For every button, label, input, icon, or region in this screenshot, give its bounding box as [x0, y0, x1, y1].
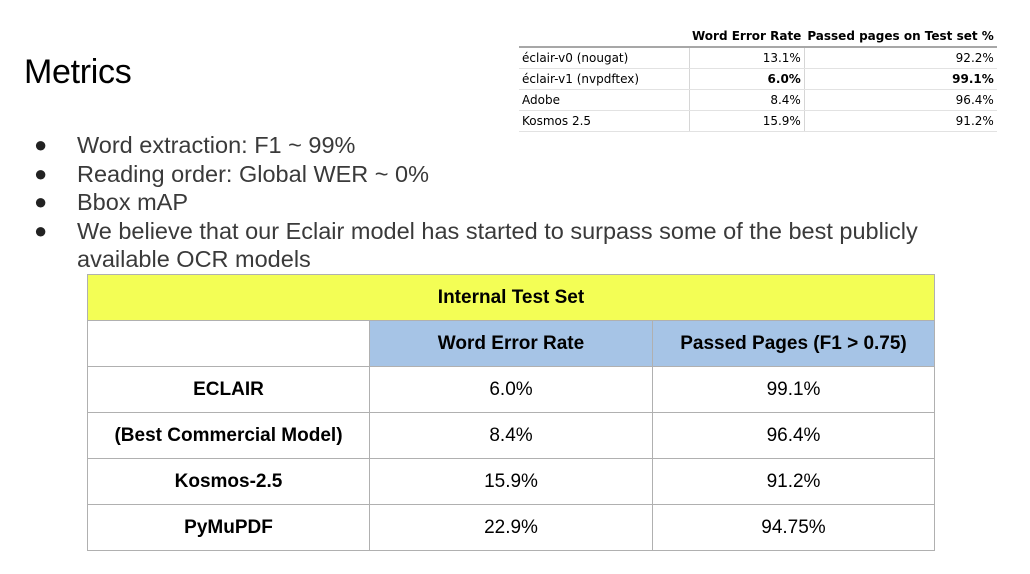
- small-table-wer: 6.0%: [689, 68, 805, 90]
- small-table-model-name: Adobe: [519, 89, 690, 111]
- main-table-wer: 6.0%: [369, 366, 653, 413]
- bullet-text: Bbox mAP: [77, 189, 189, 215]
- table-row: PyMuPDF 22.9% 94.75%: [87, 504, 935, 551]
- table-row: (Best Commercial Model) 8.4% 96.4%: [87, 412, 935, 459]
- bullet-dot-icon: ●: [34, 132, 48, 157]
- main-table-model-name: (Best Commercial Model): [87, 412, 370, 459]
- small-table-model-name: Kosmos 2.5: [519, 110, 690, 132]
- list-item: ● Word extraction: F1 ~ 99%: [34, 131, 994, 160]
- table-row: éclair-v1 (nvpdftex) 6.0% 99.1%: [519, 68, 997, 90]
- main-table-passed: 96.4%: [652, 412, 935, 459]
- table-row: Adobe 8.4% 96.4%: [519, 89, 997, 111]
- table-row: Kosmos 2.5 15.9% 91.2%: [519, 110, 997, 132]
- main-table-model-name: Kosmos-2.5: [87, 458, 370, 505]
- main-table-passed: 99.1%: [652, 366, 935, 413]
- main-table-wer: 22.9%: [369, 504, 653, 551]
- bullet-list: ● Word extraction: F1 ~ 99% ● Reading or…: [34, 131, 994, 274]
- bullet-text: Word extraction: F1 ~ 99%: [77, 132, 356, 158]
- bullet-dot-icon: ●: [34, 189, 48, 214]
- main-table-header-blank: [87, 320, 370, 367]
- small-table-header-blank: [519, 26, 689, 48]
- small-table-passed: 99.1%: [804, 68, 997, 90]
- main-table-title-row: Internal Test Set: [87, 274, 935, 321]
- main-table-title: Internal Test Set: [87, 274, 935, 321]
- bullet-text: Reading order: Global WER ~ 0%: [77, 160, 430, 187]
- slide: Metrics Word Error Rate Passed pages on …: [0, 0, 1030, 574]
- small-table-header-row: Word Error Rate Passed pages on Test set…: [519, 26, 997, 48]
- list-item: ● Bbox mAP: [34, 188, 994, 217]
- small-table-wer: 8.4%: [689, 89, 805, 111]
- table-row: Kosmos-2.5 15.9% 91.2%: [87, 458, 935, 505]
- bullet-text: We believe that our Eclair model has sta…: [77, 217, 918, 273]
- main-table-header-row: Word Error Rate Passed Pages (F1 > 0.75): [87, 320, 935, 367]
- small-table-wer: 13.1%: [689, 47, 805, 69]
- bullet-dot-icon: ●: [34, 217, 48, 243]
- small-table-model-name: éclair-v0 (nougat): [519, 47, 690, 69]
- table-row: éclair-v0 (nougat) 13.1% 92.2%: [519, 47, 997, 69]
- small-table-passed: 96.4%: [804, 89, 997, 111]
- main-table-wer: 8.4%: [369, 412, 653, 459]
- main-table-model-name: PyMuPDF: [87, 504, 370, 551]
- table-row: ECLAIR 6.0% 99.1%: [87, 366, 935, 413]
- internal-test-set-table: Internal Test Set Word Error Rate Passed…: [87, 274, 935, 551]
- bullet-dot-icon: ●: [34, 160, 48, 186]
- slide-title: Metrics: [24, 53, 132, 91]
- small-table-passed: 92.2%: [804, 47, 997, 69]
- small-table-header-wer: Word Error Rate: [689, 26, 805, 48]
- small-table-passed: 91.2%: [804, 110, 997, 132]
- small-table-header-passed: Passed pages on Test set %: [804, 26, 997, 48]
- main-table-header-passed: Passed Pages (F1 > 0.75): [652, 320, 935, 367]
- main-table-header-wer: Word Error Rate: [369, 320, 653, 367]
- main-table-wer: 15.9%: [369, 458, 653, 505]
- list-item: ● Reading order: Global WER ~ 0%: [34, 160, 994, 189]
- main-table-model-name: ECLAIR: [87, 366, 370, 413]
- list-item: ● We believe that our Eclair model has s…: [34, 217, 994, 274]
- main-table-passed: 91.2%: [652, 458, 935, 505]
- small-table-wer: 15.9%: [689, 110, 805, 132]
- main-table-passed: 94.75%: [652, 504, 935, 551]
- small-results-table: Word Error Rate Passed pages on Test set…: [519, 26, 997, 132]
- small-table-model-name: éclair-v1 (nvpdftex): [519, 68, 690, 90]
